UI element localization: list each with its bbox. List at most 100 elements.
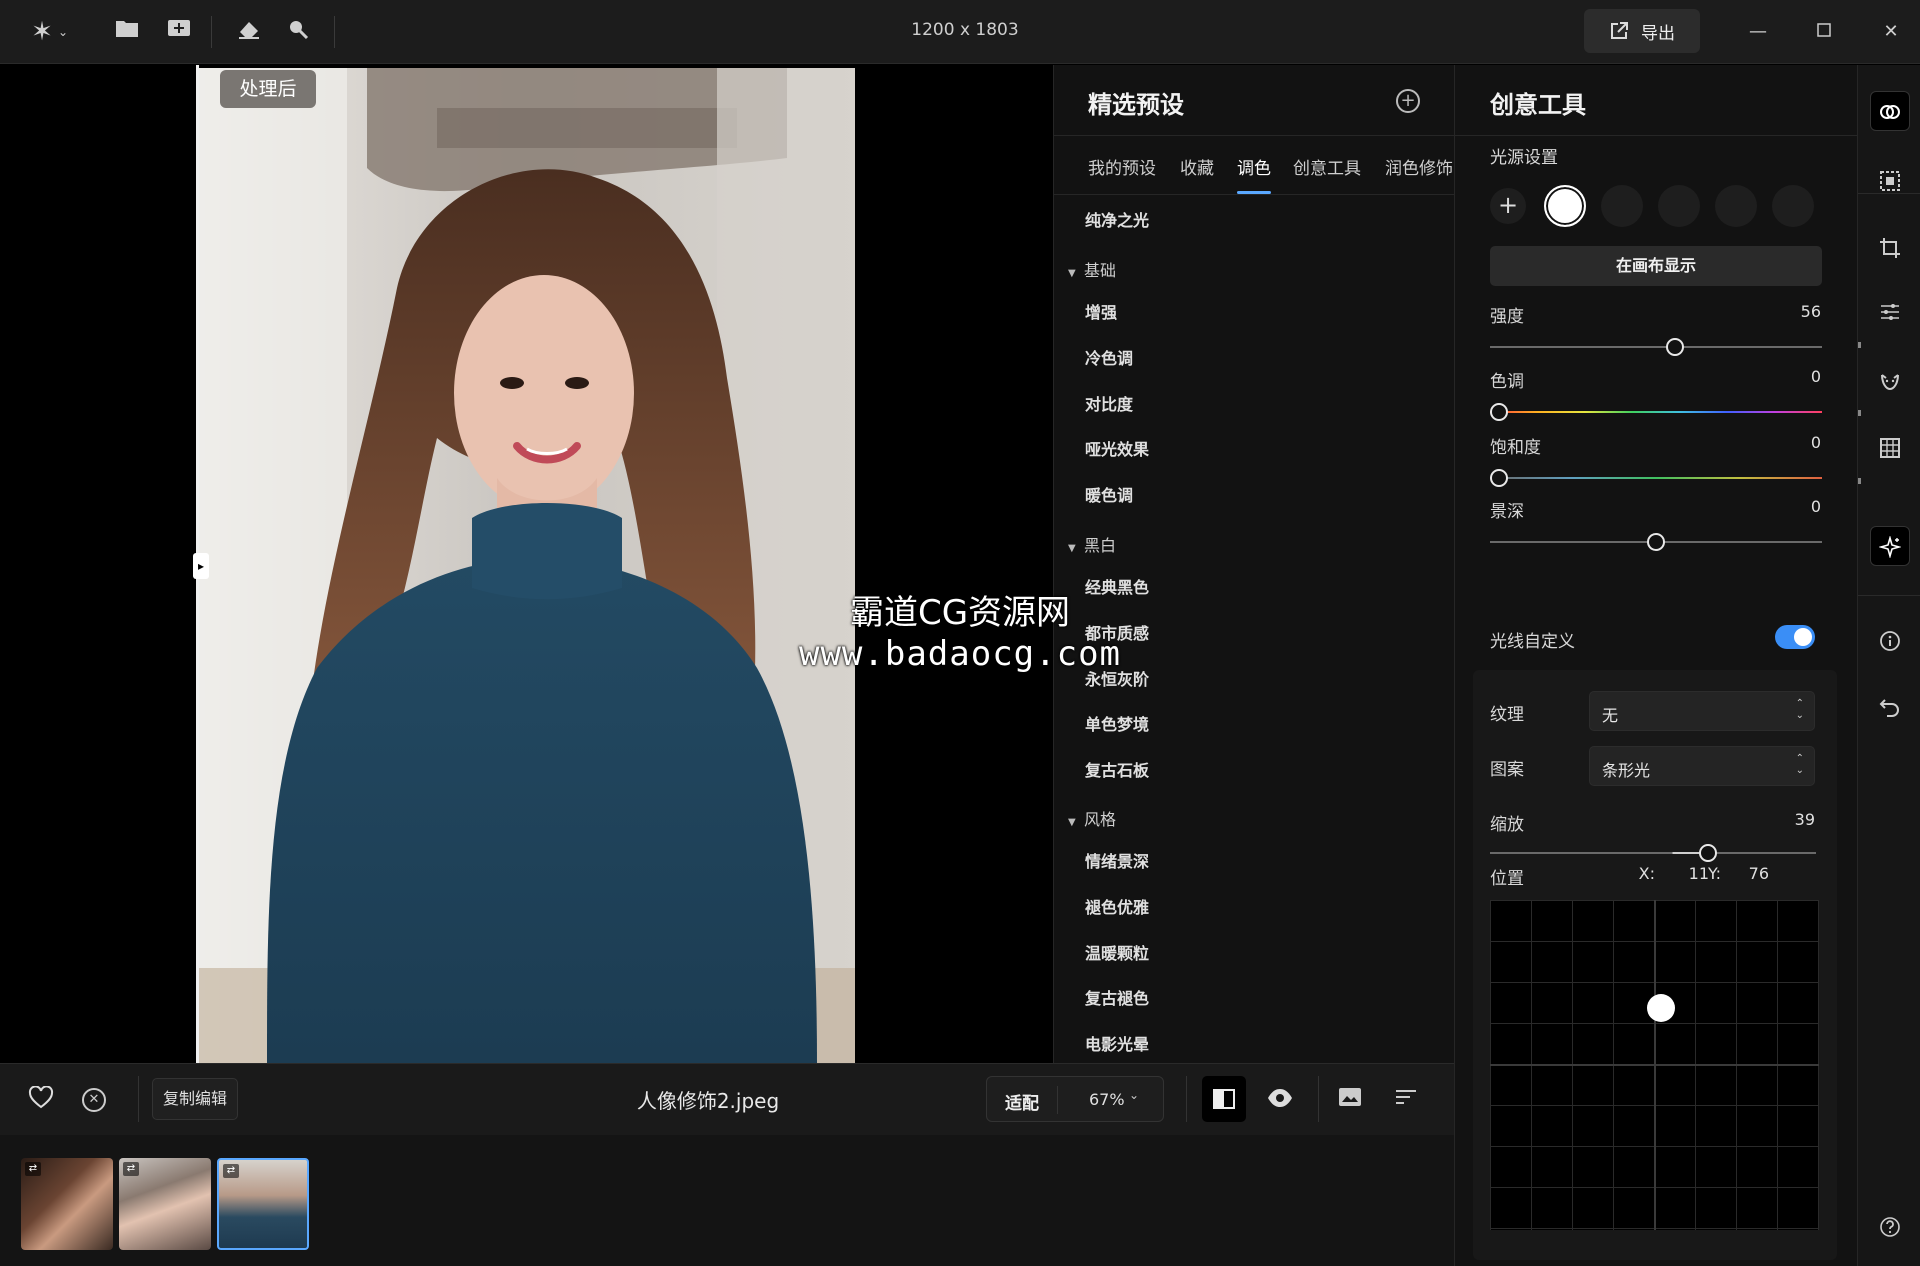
add-image-icon[interactable] [165, 18, 193, 46]
help-icon[interactable] [1870, 1207, 1910, 1247]
export-button[interactable]: 导出 [1584, 9, 1700, 53]
preset-item[interactable]: 单色梦境 [1085, 711, 1149, 735]
preset-item[interactable]: 电影光晕 [1085, 1031, 1149, 1055]
copy-edit-button[interactable]: 复制编辑 [152, 1078, 238, 1120]
after-badge: 处理后 [220, 70, 316, 108]
maximize-icon[interactable] [1806, 14, 1842, 50]
chevron-down-icon[interactable]: ⌄ [56, 18, 70, 46]
preset-item[interactable]: 复古石板 [1085, 757, 1149, 781]
undo-icon[interactable] [1870, 687, 1910, 727]
slider-label: 色调 [1490, 372, 1524, 392]
sort-icon[interactable] [1394, 1086, 1420, 1112]
preset-group-header[interactable]: ▼ 基础 [1068, 257, 1116, 281]
toolbar-divider [334, 16, 335, 48]
preset-item[interactable]: 对比度 [1085, 391, 1133, 415]
tab-creative-tools[interactable]: 创意工具 [1293, 154, 1361, 179]
reject-icon[interactable]: ✕ [82, 1088, 106, 1112]
show-on-canvas-button[interactable]: 在画布显示 [1490, 246, 1822, 286]
sliders-icon[interactable] [1870, 292, 1910, 332]
slider-knob[interactable] [1490, 403, 1508, 421]
close-icon[interactable]: ✕ [1873, 14, 1909, 50]
creative-tools-title: 创意工具 [1490, 91, 1586, 119]
crop-icon[interactable] [1870, 228, 1910, 268]
preset-item[interactable]: 纯净之光 [1085, 207, 1149, 231]
tab-favorites[interactable]: 收藏 [1180, 154, 1214, 179]
heart-icon[interactable] [28, 1085, 56, 1114]
slider-knob[interactable] [1647, 533, 1665, 551]
rail-divider [1858, 193, 1920, 194]
thumbnail[interactable]: ⇄ [21, 1158, 113, 1250]
active-tab-indicator [1237, 191, 1271, 194]
slider-value: 0 [1810, 497, 1821, 516]
texture-value: 无 [1602, 706, 1619, 725]
light-swatch[interactable] [1601, 185, 1643, 227]
chevron-down-icon[interactable]: ⌄ [1129, 1088, 1139, 1102]
magic-icon[interactable] [1870, 526, 1910, 566]
slider-knob[interactable] [1665, 338, 1684, 356]
tab-my-presets[interactable]: 我的预设 [1088, 154, 1156, 179]
thumbnail[interactable]: ⇄ [119, 1158, 211, 1250]
grid-icon[interactable] [1870, 428, 1910, 468]
file-name: 人像修饰2.jpeg [636, 1089, 780, 1113]
select-icon[interactable] [1870, 161, 1910, 201]
preset-item[interactable]: 经典黑色 [1085, 574, 1149, 598]
add-light-icon[interactable]: + [1490, 188, 1526, 224]
toolbar-divider [1318, 1076, 1319, 1122]
position-pad[interactable] [1490, 900, 1819, 1230]
caret-down-icon: ▼ [1068, 543, 1076, 554]
preset-item[interactable]: 情绪景深 [1085, 848, 1149, 872]
info-icon[interactable] [1870, 621, 1910, 661]
thumbnail-selected[interactable]: ⇄ [217, 1158, 309, 1250]
search-icon[interactable] [285, 18, 313, 46]
export-label: 导出 [1641, 23, 1675, 44]
zoom-slider-knob[interactable] [1699, 844, 1718, 862]
image-info-icon[interactable] [1338, 1086, 1364, 1112]
preset-item[interactable]: 都市质感 [1085, 620, 1149, 644]
preset-item[interactable]: 复古褪色 [1085, 985, 1149, 1009]
position-label: 位置 [1490, 869, 1524, 889]
preset-item[interactable]: 暖色调 [1085, 482, 1133, 506]
preset-item[interactable]: 冷色调 [1085, 345, 1133, 369]
add-preset-icon[interactable]: + [1396, 89, 1420, 113]
tab-color-grading[interactable]: 调色 [1237, 154, 1271, 179]
light-swatch[interactable] [1772, 185, 1814, 227]
eye-icon[interactable] [1266, 1086, 1296, 1112]
pattern-select[interactable]: 条形光 ⌃ ⌄ [1589, 746, 1815, 786]
preset-item[interactable]: 褪色优雅 [1085, 894, 1149, 918]
compare-view-icon[interactable] [1202, 1076, 1246, 1122]
preset-item[interactable]: 温暖颗粒 [1085, 940, 1149, 964]
preset-item[interactable]: 哑光效果 [1085, 436, 1149, 460]
fit-button[interactable]: 适配 [1005, 1089, 1039, 1114]
zoom-slider-track[interactable] [1490, 852, 1816, 854]
image-canvas[interactable]: ▸ 处理后 [0, 65, 1053, 1063]
light-swatch-selected[interactable] [1544, 185, 1586, 227]
face-icon[interactable] [1870, 360, 1910, 400]
slider-label: 景深 [1490, 502, 1524, 522]
sparkle-icon[interactable]: ✶ [28, 18, 56, 46]
position-handle[interactable] [1647, 994, 1675, 1022]
slider-track[interactable] [1490, 346, 1822, 348]
light-swatch[interactable] [1715, 185, 1757, 227]
slider-track[interactable] [1490, 477, 1822, 479]
slider-knob[interactable] [1490, 469, 1508, 487]
compare-split-handle[interactable]: ▸ [193, 553, 209, 579]
preset-item[interactable]: 增强 [1085, 299, 1117, 323]
blend-icon[interactable] [1870, 91, 1910, 131]
folder-icon[interactable] [113, 18, 141, 46]
rail-indicator [1858, 342, 1861, 348]
preset-group-header[interactable]: ▼ 黑白 [1068, 532, 1116, 556]
texture-select[interactable]: 无 ⌃ ⌄ [1589, 691, 1815, 731]
preset-item[interactable]: 永恒灰阶 [1085, 666, 1149, 690]
custom-light-toggle[interactable] [1775, 625, 1815, 649]
zoom-level[interactable]: 67% [1089, 1090, 1125, 1109]
slider-track[interactable] [1490, 411, 1822, 413]
eraser-icon[interactable] [235, 18, 263, 46]
creative-tools-panel: 创意工具 光源设置 + 在画布显示 强度 56 色调 0 饱和度 0 景深 0 光线自定义 纹… [1454, 65, 1858, 1266]
preset-group-header[interactable]: ▼ 风格 [1068, 806, 1116, 830]
minimize-icon[interactable]: — [1740, 14, 1776, 50]
light-swatch[interactable] [1658, 185, 1700, 227]
pos-y-label: Y: [1707, 864, 1721, 883]
rail-indicator [1858, 478, 1861, 484]
tool-rail [1857, 65, 1920, 1266]
tab-retouch[interactable]: 润色修饰 [1385, 154, 1453, 179]
